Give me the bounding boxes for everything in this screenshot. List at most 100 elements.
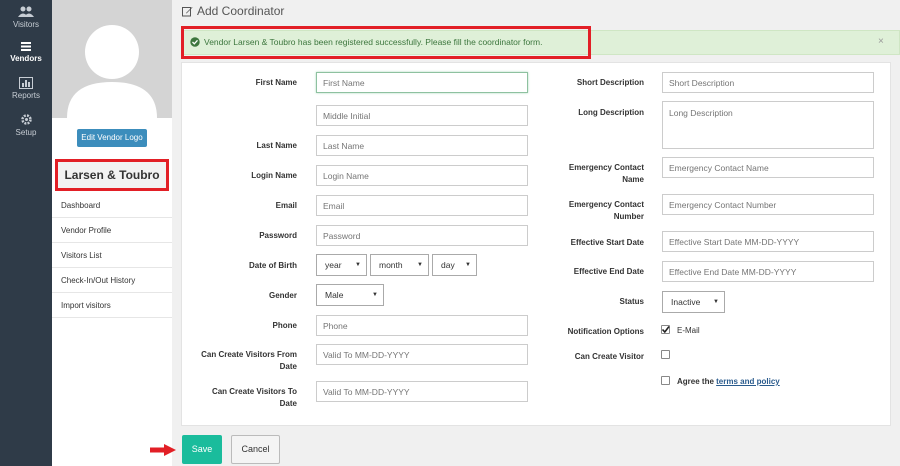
chevron-down-icon: ▼ <box>417 262 423 268</box>
chevron-down-icon: ▼ <box>713 299 719 305</box>
emergency-name-label-line2: Name <box>622 175 644 184</box>
email-option-label: E-Mail <box>677 326 700 335</box>
emergency-name-input[interactable] <box>662 157 874 178</box>
dob-day-select[interactable]: day ▼ <box>432 254 477 276</box>
email-input[interactable] <box>316 195 528 216</box>
first-name-input[interactable] <box>316 72 528 93</box>
can-create-to-input[interactable] <box>316 381 528 402</box>
menu-import-visitors[interactable]: Import visitors <box>52 293 172 318</box>
edit-icon <box>182 7 193 17</box>
dob-label: Date of Birth <box>249 261 297 270</box>
phone-input[interactable] <box>316 315 528 336</box>
long-description-label: Long Description <box>578 108 644 117</box>
agree-terms-text: Agree the terms and policy <box>677 377 780 386</box>
status-value: Inactive <box>671 297 701 307</box>
menu-dashboard[interactable]: Dashboard <box>52 193 172 218</box>
emergency-number-input[interactable] <box>662 194 874 215</box>
notification-label: Notification Options <box>567 327 644 336</box>
terms-policy-link[interactable]: terms and policy <box>716 377 780 386</box>
coordinator-form: First Name Last Name Login Name Email Pa… <box>181 62 891 426</box>
nav-item-reports[interactable]: Reports <box>0 77 52 100</box>
dob-year-value: year <box>325 260 342 270</box>
status-select[interactable]: Inactive ▼ <box>662 291 725 313</box>
can-create-from-label: Can Create Visitors From Date <box>187 349 297 373</box>
alert-message: Vendor Larsen & Toubro has been register… <box>204 37 543 47</box>
gender-label: Gender <box>268 291 297 300</box>
nav-label-visitors: Visitors <box>12 20 40 29</box>
start-date-input[interactable] <box>662 231 874 252</box>
nav-label-vendors: Vendors <box>10 54 42 63</box>
chevron-down-icon: ▼ <box>372 292 378 298</box>
vendor-avatar <box>52 0 172 118</box>
can-create-visitor-label: Can Create Visitor <box>574 352 644 361</box>
emergency-name-label-line1: Emergency Contact <box>568 163 644 172</box>
email-notification-checkbox[interactable] <box>661 325 670 334</box>
chevron-down-icon: ▼ <box>465 262 471 268</box>
status-label: Status <box>619 297 644 306</box>
can-create-to-label: Can Create Visitors To Date <box>187 386 297 410</box>
vendor-menu: Dashboard Vendor Profile Visitors List C… <box>52 193 172 318</box>
first-name-label: First Name <box>255 78 297 87</box>
login-name-input[interactable] <box>316 165 528 186</box>
email-label: Email <box>275 201 297 210</box>
emergency-number-label: Emergency Contact Number <box>552 199 644 223</box>
emergency-name-label: Emergency Contact Name <box>552 162 644 186</box>
password-input[interactable] <box>316 225 528 246</box>
check-icon <box>661 326 670 334</box>
agree-terms-checkbox[interactable] <box>661 376 670 385</box>
can-create-to-label-line1: Can Create Visitors To <box>211 387 297 396</box>
menu-checkin-history[interactable]: Check-In/Out History <box>52 268 172 293</box>
gear-icon <box>20 114 32 125</box>
nav-item-setup[interactable]: Setup <box>0 113 52 137</box>
main-content: Add Coordinator Vendor Larsen & Toubro h… <box>172 0 900 466</box>
main-nav: Visitors Vendors Reports Setup <box>0 0 52 466</box>
short-description-label: Short Description <box>576 78 644 87</box>
edit-vendor-logo-button[interactable]: Edit Vendor Logo <box>77 129 147 147</box>
nav-item-visitors[interactable]: Visitors <box>0 6 52 29</box>
vendor-sidebar: Edit Vendor Logo Larsen & Toubro Dashboa… <box>52 0 172 466</box>
emergency-number-label-line2: Number <box>613 212 644 221</box>
dob-month-select[interactable]: month ▼ <box>370 254 429 276</box>
short-description-input[interactable] <box>662 72 874 93</box>
menu-visitors-list[interactable]: Visitors List <box>52 243 172 268</box>
can-create-from-label-line2: Date <box>279 362 297 371</box>
page-title-text: Add Coordinator <box>197 4 285 18</box>
dob-day-value: day <box>441 260 455 270</box>
bar-chart-icon <box>19 77 33 89</box>
gender-select[interactable]: Male ▼ <box>316 284 384 306</box>
can-create-from-label-line1: Can Create Visitors From <box>201 350 297 359</box>
page-title: Add Coordinator <box>182 4 284 18</box>
nav-item-vendors[interactable]: Vendors <box>0 41 52 63</box>
login-name-label: Login Name <box>251 171 297 180</box>
start-date-label: Effective Start Date <box>570 238 644 247</box>
dob-month-value: month <box>379 260 403 270</box>
building-icon <box>21 42 31 51</box>
password-label: Password <box>259 231 297 240</box>
agree-prefix: Agree the <box>677 377 714 386</box>
nav-label-setup: Setup <box>15 128 37 137</box>
gender-value: Male <box>325 290 344 300</box>
last-name-label: Last Name <box>256 141 297 150</box>
middle-initial-input[interactable] <box>316 105 528 126</box>
menu-vendor-profile[interactable]: Vendor Profile <box>52 218 172 243</box>
check-circle-icon <box>190 37 200 47</box>
chevron-down-icon: ▼ <box>355 262 361 268</box>
users-icon <box>18 6 34 17</box>
emergency-number-label-line1: Emergency Contact <box>568 200 644 209</box>
last-name-input[interactable] <box>316 135 528 156</box>
long-description-input[interactable] <box>662 101 874 149</box>
can-create-from-input[interactable] <box>316 344 528 365</box>
nav-label-reports: Reports <box>11 91 40 100</box>
cancel-button[interactable]: Cancel <box>231 435 280 464</box>
save-button[interactable]: Save <box>182 435 222 464</box>
vendor-name: Larsen & Toubro <box>55 159 169 191</box>
end-date-label: Effective End Date <box>573 267 644 276</box>
end-date-input[interactable] <box>662 261 874 282</box>
red-arrow-icon <box>150 444 176 456</box>
can-create-visitor-checkbox[interactable] <box>661 350 670 359</box>
alert-close-icon[interactable]: × <box>878 36 884 47</box>
user-silhouette-icon <box>67 25 157 118</box>
can-create-to-label-line2: Date <box>279 399 297 408</box>
phone-label: Phone <box>272 321 297 330</box>
dob-year-select[interactable]: year ▼ <box>316 254 367 276</box>
